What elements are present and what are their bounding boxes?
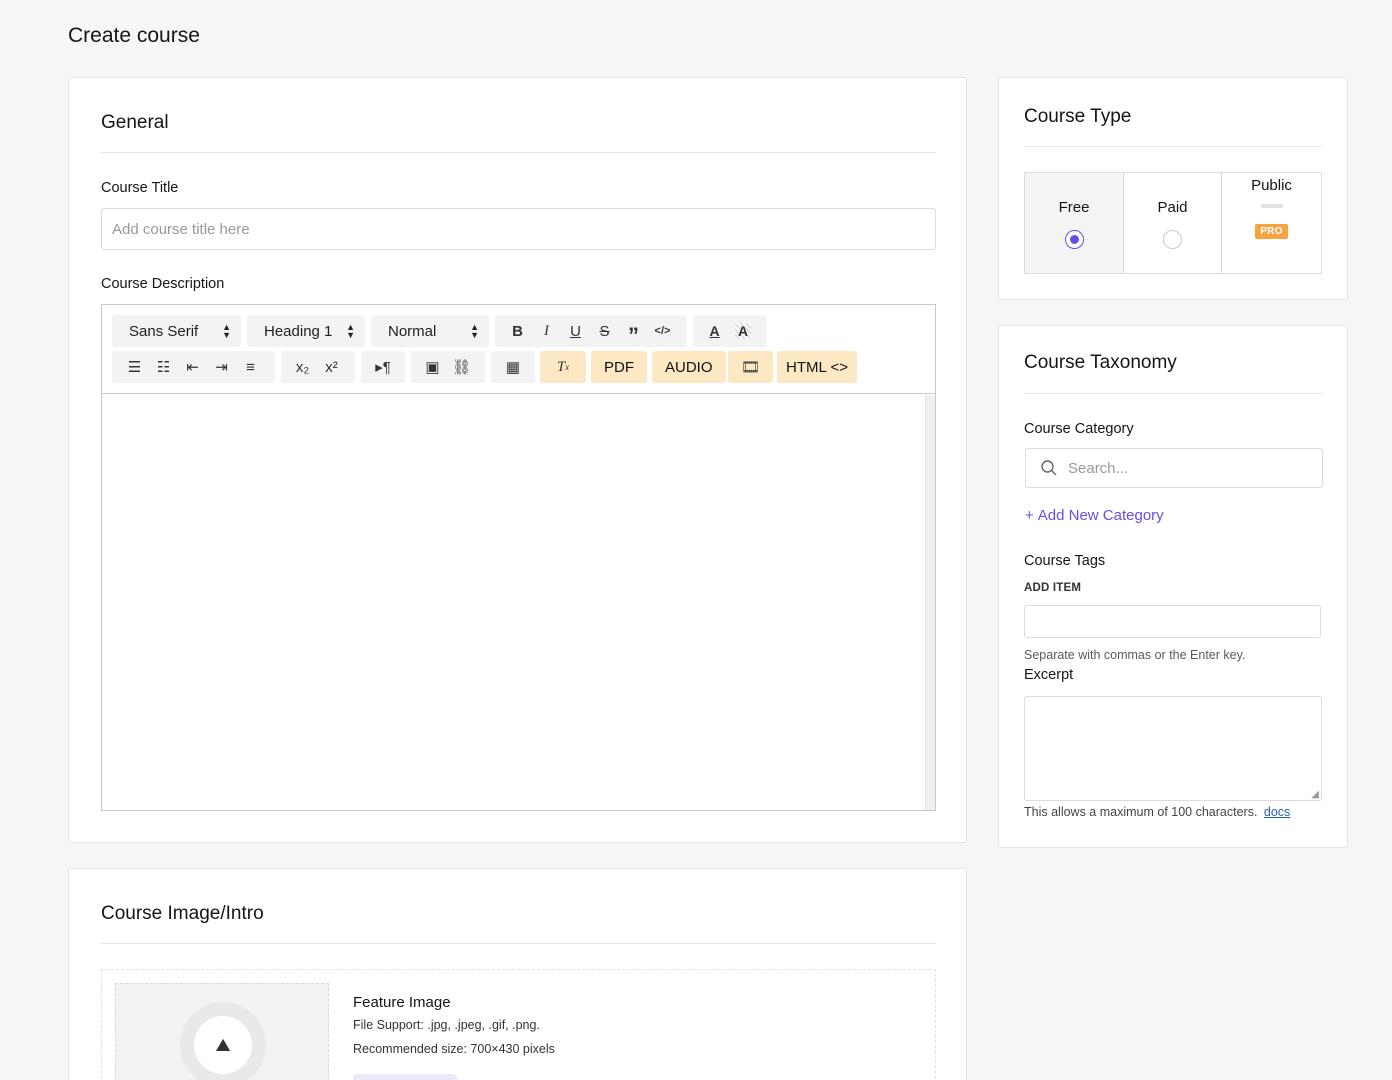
underline-icon[interactable]: U — [561, 315, 590, 347]
tags-input[interactable] — [1024, 605, 1321, 638]
select-arrows-icon: ▲ ▼ — [346, 322, 355, 340]
course-taxonomy-card: Course Taxonomy Course Category Search..… — [998, 325, 1348, 848]
clear-format-icon: Tx — [556, 358, 570, 375]
html-button[interactable]: HTML <> — [777, 351, 857, 383]
image-placeholder-circle: ⛰ — [180, 1002, 266, 1080]
direction-group: ▸¶ — [361, 351, 405, 383]
page-title: Create course — [68, 24, 200, 47]
list-group: ☰ ☷ ⇤ ⇥ ≡ — [112, 351, 275, 383]
heading-value: Heading 1 — [264, 322, 333, 340]
general-title: General — [101, 112, 169, 133]
recommended-size-text: Recommended size: 700×430 pixels — [353, 1042, 555, 1056]
course-taxonomy-title: Course Taxonomy — [1024, 352, 1177, 373]
type-option-label: Paid — [1157, 199, 1188, 216]
add-new-category-link[interactable]: + Add New Category — [1025, 507, 1164, 524]
image-intro-title: Course Image/Intro — [101, 903, 264, 924]
course-title-input[interactable]: Add course title here — [101, 208, 936, 250]
format-group: B I U S ” </> — [495, 315, 687, 348]
add-item-label: ADD ITEM — [1024, 582, 1082, 594]
category-search-input[interactable]: Search... — [1025, 448, 1323, 488]
search-icon — [1041, 460, 1057, 476]
size-select[interactable]: Normal ▲ ▼ — [371, 315, 489, 347]
select-arrows-icon: ▲ ▼ — [222, 322, 231, 340]
general-card: General Course Title Add course title he… — [68, 77, 967, 843]
bold-icon[interactable]: B — [503, 315, 532, 347]
font-family-value: Sans Serif — [129, 322, 199, 340]
tags-help-text: Separate with commas or the Enter key. — [1024, 648, 1246, 662]
align-left-icon[interactable]: ≡ — [236, 351, 265, 383]
course-type-card: Course Type Free Paid Public PRO — [998, 77, 1348, 300]
course-tags-label: Course Tags — [1024, 553, 1106, 569]
upload-image-button[interactable] — [353, 1074, 457, 1080]
general-divider — [101, 152, 936, 153]
font-family-select[interactable]: Sans Serif ▲ ▼ — [112, 315, 241, 347]
bullet-list-icon[interactable]: ☷ — [149, 351, 178, 383]
clear-format-button[interactable]: Tx — [540, 351, 586, 383]
image-icon[interactable]: ▣ — [418, 351, 447, 383]
subscript-icon[interactable]: x₂ — [288, 351, 317, 383]
select-arrows-icon: ▲ ▼ — [470, 322, 479, 340]
film-icon: 🎞 — [740, 359, 761, 376]
image-placeholder-icon: ⛰ — [194, 1016, 252, 1074]
text-color-icon[interactable]: A — [700, 315, 729, 347]
course-title-label: Course Title — [101, 180, 179, 196]
outdent-icon[interactable]: ⇤ — [178, 351, 207, 383]
add-category-label: Add New Category — [1037, 507, 1164, 524]
link-icon[interactable]: ⛓ — [447, 351, 476, 383]
size-value: Normal — [388, 322, 437, 340]
public-toggle-placeholder — [1260, 204, 1283, 208]
description-editor: Sans Serif ▲ ▼ Heading 1 ▲ ▼ Normal ▲ ▼ B I… — [101, 304, 936, 811]
editor-scrollbar[interactable] — [925, 395, 935, 810]
plus-icon: + — [1025, 507, 1034, 524]
excerpt-help-text: This allows a maximum of 100 characters.… — [1024, 805, 1290, 819]
radio-free[interactable] — [1064, 230, 1084, 249]
taxonomy-divider — [1024, 393, 1322, 394]
ordered-list-icon[interactable]: ☰ — [120, 351, 149, 383]
blockquote-icon[interactable]: ” — [619, 315, 648, 348]
image-preview-area[interactable]: ⛰ — [115, 983, 329, 1080]
superscript-icon[interactable]: x² — [317, 351, 346, 383]
course-type-options: Free Paid Public PRO — [1024, 172, 1322, 274]
type-option-public[interactable]: Public PRO — [1222, 173, 1321, 273]
type-option-paid[interactable]: Paid — [1124, 173, 1222, 273]
type-option-label: Free — [1058, 199, 1090, 216]
resize-handle-icon[interactable]: ◢ — [1311, 789, 1319, 800]
feature-image-dropzone: ⛰ Feature Image File Support: .jpg, .jpe… — [101, 969, 936, 1080]
script-group: x₂ x² — [281, 351, 355, 383]
italic-icon[interactable]: I — [532, 315, 561, 347]
indent-icon[interactable]: ⇥ — [207, 351, 236, 383]
image-intro-card: Course Image/Intro ⛰ Feature Image File … — [68, 868, 967, 1080]
color-group: A A — [693, 315, 767, 347]
pdf-button[interactable]: PDF — [591, 351, 647, 383]
background-color-icon[interactable]: A — [735, 323, 751, 339]
pro-badge: PRO — [1255, 224, 1288, 239]
table-icon[interactable]: ▦ — [499, 351, 528, 383]
excerpt-textarea[interactable]: ◢ — [1024, 696, 1322, 801]
code-icon[interactable]: </> — [648, 315, 677, 347]
search-placeholder: Search... — [1068, 459, 1129, 477]
docs-link[interactable]: docs — [1264, 805, 1290, 819]
excerpt-label: Excerpt — [1024, 667, 1074, 683]
video-button[interactable]: 🎞 — [728, 351, 773, 383]
editor-toolbar: Sans Serif ▲ ▼ Heading 1 ▲ ▼ Normal ▲ ▼ B I… — [102, 305, 935, 394]
strikethrough-icon[interactable]: S — [590, 315, 619, 347]
course-type-divider — [1024, 146, 1322, 147]
file-support-text: File Support: .jpg, .jpeg, .gif, .png. — [353, 1018, 540, 1032]
audio-button[interactable]: AUDIO — [652, 351, 726, 383]
course-description-label: Course Description — [101, 276, 225, 292]
type-option-free[interactable]: Free — [1025, 173, 1124, 273]
heading-select[interactable]: Heading 1 ▲ ▼ — [247, 315, 365, 347]
table-group: ▦ — [491, 351, 535, 383]
type-option-label: Public — [1251, 177, 1292, 194]
radio-paid[interactable] — [1163, 230, 1182, 249]
media-group: ▣ ⛓ — [411, 351, 485, 383]
course-category-label: Course Category — [1024, 421, 1134, 437]
editor-content-area[interactable] — [102, 395, 925, 810]
course-type-title: Course Type — [1024, 106, 1132, 127]
text-direction-icon[interactable]: ▸¶ — [369, 351, 398, 383]
feature-image-label: Feature Image — [353, 994, 451, 1011]
excerpt-help-label: This allows a maximum of 100 characters. — [1024, 805, 1258, 819]
image-intro-divider — [101, 943, 936, 944]
